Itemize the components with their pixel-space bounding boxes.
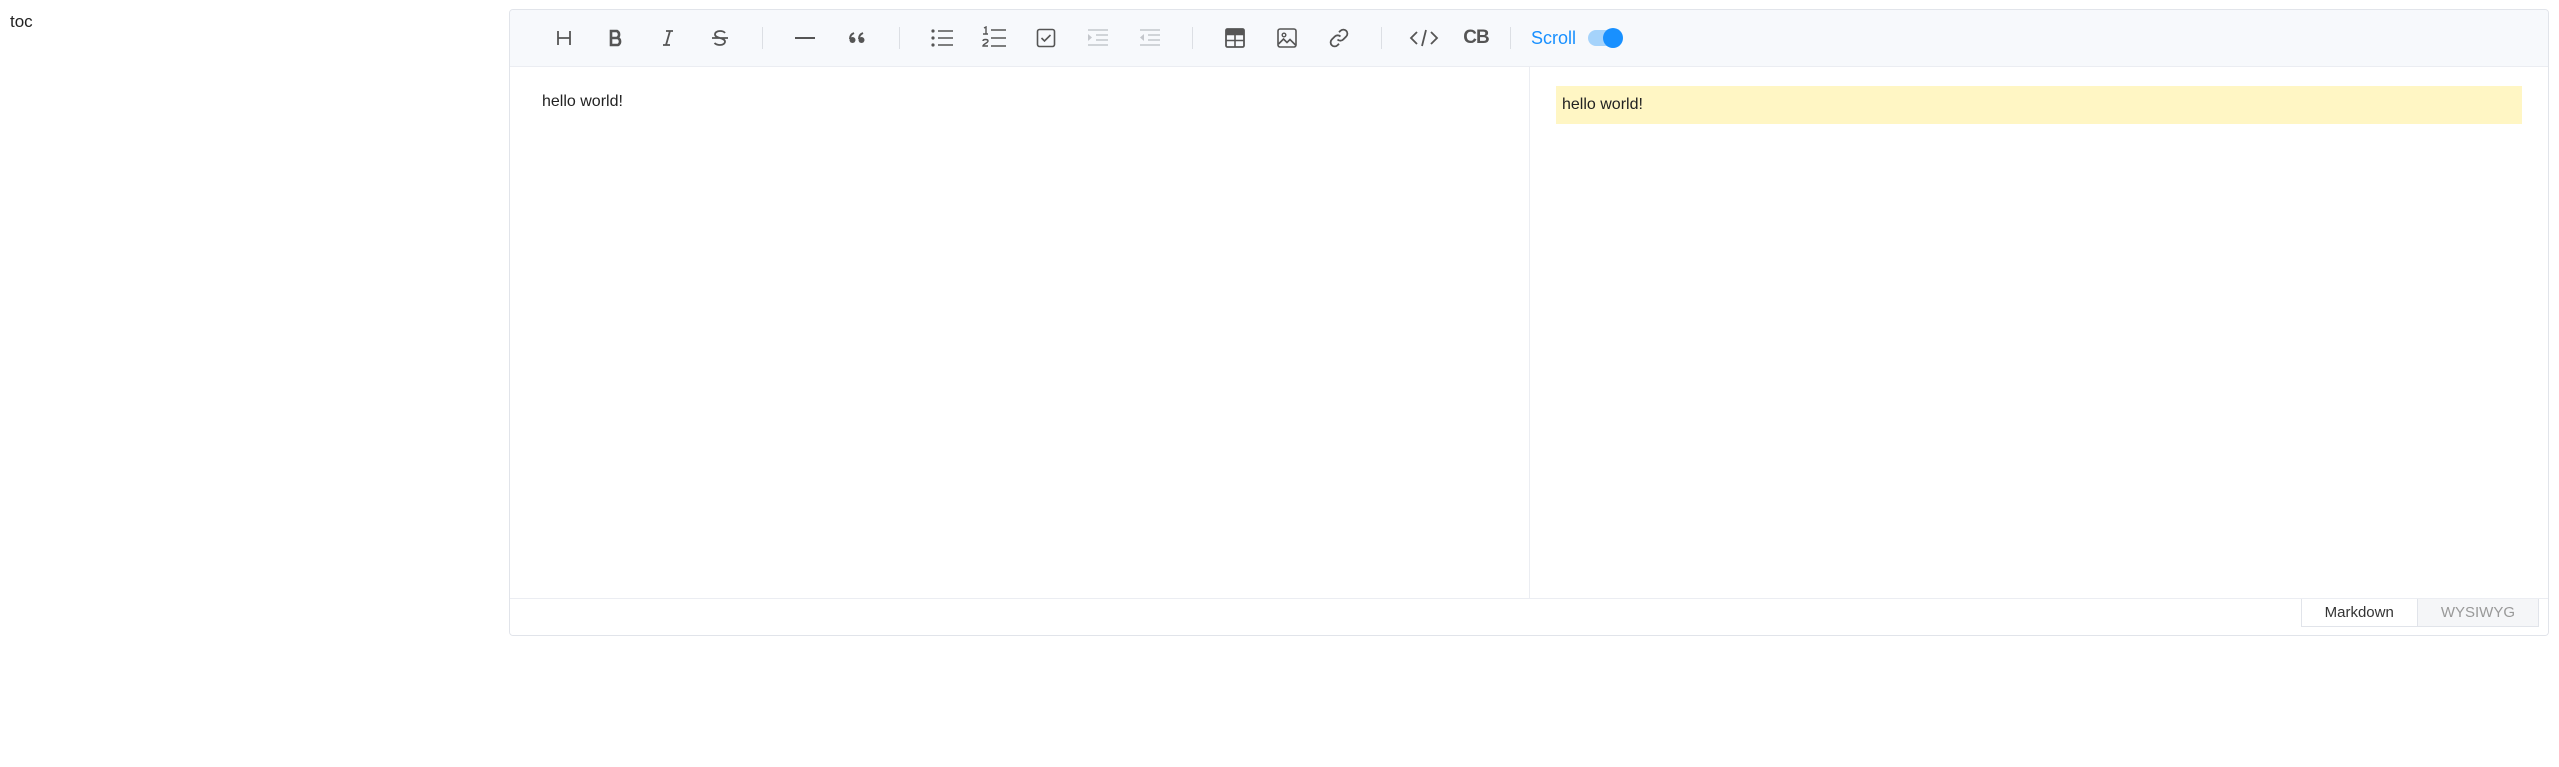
markdown-editor: CB Scroll hello world! hello world! Mark… bbox=[509, 9, 2549, 636]
bold-icon bbox=[605, 27, 627, 49]
toolbar-divider bbox=[762, 27, 763, 49]
link-button[interactable] bbox=[1321, 20, 1357, 56]
indent-button[interactable] bbox=[1080, 20, 1116, 56]
image-icon bbox=[1276, 27, 1298, 49]
toggle-knob bbox=[1603, 28, 1624, 48]
outdent-icon bbox=[1138, 27, 1162, 49]
table-icon bbox=[1224, 27, 1246, 49]
markdown-text: hello world! bbox=[542, 93, 623, 110]
strike-button[interactable] bbox=[702, 20, 738, 56]
markdown-editor-pane[interactable]: hello world! bbox=[510, 67, 1530, 600]
scroll-sync-label: Scroll bbox=[1531, 27, 1577, 48]
toolbar-divider bbox=[899, 27, 900, 49]
image-button[interactable] bbox=[1269, 20, 1305, 56]
bullet-list-icon bbox=[930, 27, 954, 49]
link-icon bbox=[1328, 27, 1350, 49]
task-icon bbox=[1035, 27, 1057, 49]
toolbar-divider bbox=[1192, 27, 1193, 49]
ordered-list-button[interactable] bbox=[976, 20, 1012, 56]
ordered-list-icon bbox=[981, 26, 1007, 50]
bold-button[interactable] bbox=[598, 20, 634, 56]
mode-switch-bar: Markdown WYSIWYG bbox=[510, 598, 2548, 635]
editor-panes: hello world! hello world! bbox=[510, 67, 2548, 600]
indent-icon bbox=[1086, 27, 1110, 49]
toc-label: toc bbox=[10, 12, 33, 31]
scroll-sync: Scroll bbox=[1531, 27, 1624, 49]
heading-icon bbox=[553, 27, 575, 49]
code-icon bbox=[1409, 27, 1439, 49]
toolbar-divider bbox=[1510, 27, 1511, 49]
horizontal-rule-icon bbox=[793, 27, 817, 49]
tab-wysiwyg[interactable]: WYSIWYG bbox=[2417, 599, 2539, 627]
quote-icon bbox=[846, 27, 868, 49]
code-button[interactable] bbox=[1406, 20, 1442, 56]
italic-icon bbox=[657, 27, 679, 49]
mode-tabs: Markdown WYSIWYG bbox=[2300, 599, 2539, 627]
preview-pane: hello world! bbox=[1530, 67, 2548, 600]
quote-button[interactable] bbox=[839, 20, 875, 56]
heading-button[interactable] bbox=[546, 20, 582, 56]
italic-button[interactable] bbox=[650, 20, 686, 56]
editor-toolbar: CB Scroll bbox=[510, 10, 2548, 67]
codeblock-button[interactable]: CB bbox=[1458, 20, 1494, 56]
strike-icon bbox=[709, 27, 731, 49]
bullet-list-button[interactable] bbox=[924, 20, 960, 56]
scroll-sync-toggle[interactable] bbox=[1588, 28, 1624, 48]
horizontal-rule-button[interactable] bbox=[787, 20, 823, 56]
toolbar-divider bbox=[1381, 27, 1382, 49]
tab-markdown[interactable]: Markdown bbox=[2300, 599, 2418, 627]
outdent-button[interactable] bbox=[1132, 20, 1168, 56]
preview-highlighted-line: hello world! bbox=[1556, 86, 2522, 124]
codeblock-icon: CB bbox=[1463, 27, 1489, 48]
task-button[interactable] bbox=[1028, 20, 1064, 56]
table-button[interactable] bbox=[1217, 20, 1253, 56]
